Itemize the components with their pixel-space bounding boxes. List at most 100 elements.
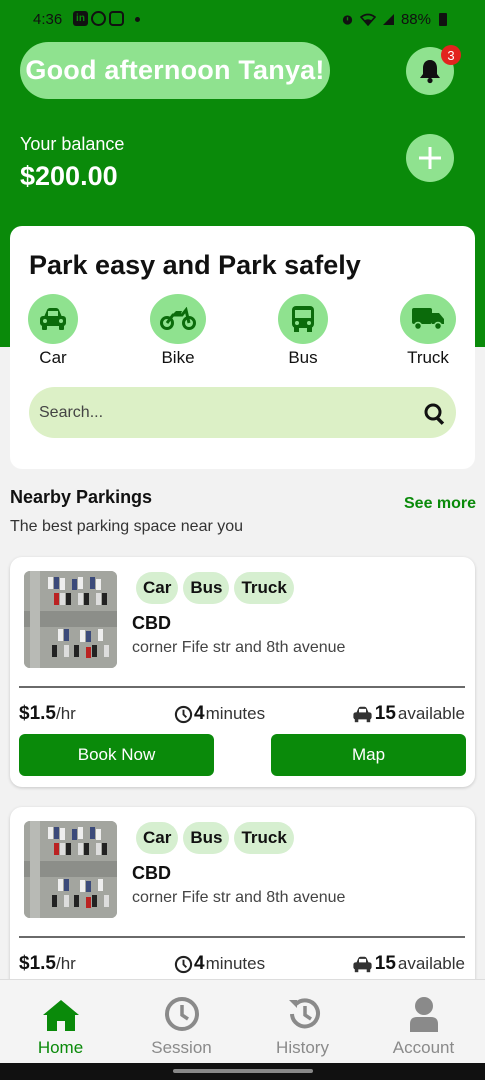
vehicle-bike-circle (150, 294, 206, 344)
park-card: Park easy and Park safely Car Bike Bus T… (10, 226, 475, 469)
parking-address: corner Fife str and 8th avenue (132, 639, 346, 656)
vehicle-bike-label: Bike (161, 348, 195, 367)
available-unit: available (397, 704, 465, 723)
availability-stat: 15 available (352, 703, 465, 725)
bottom-navigation: Home Session History Account (0, 979, 485, 1063)
add-funds-button[interactable] (406, 134, 454, 182)
balance-label: Your balance (20, 134, 125, 154)
nav-session[interactable]: Session (121, 980, 242, 1058)
truck-icon (412, 308, 444, 331)
time-unit: minutes (205, 954, 266, 973)
parking-thumbnail (24, 571, 117, 668)
clock-icon (174, 705, 193, 723)
park-card-title: Park easy and Park safely (29, 250, 361, 280)
clock-icon (174, 955, 193, 973)
wifi-icon (359, 13, 376, 26)
signal-icon (382, 14, 394, 25)
home-indicator[interactable] (173, 1069, 313, 1073)
nearby-subtitle: The best parking space near you (10, 518, 244, 535)
home-icon (42, 1000, 79, 1031)
more-notifications-dot (135, 17, 140, 22)
bus-icon (292, 306, 314, 332)
time-stat: 4 minutes (174, 953, 265, 975)
parking-card[interactable]: Car Bus Truck CBD corner Fife str and 8t… (10, 557, 475, 787)
parking-stats: $1.5 /hr 4 minutes 15 available (19, 703, 465, 725)
nav-home-label: Home (37, 1038, 84, 1057)
time-value: 4 (194, 703, 205, 724)
bell-icon (420, 60, 440, 84)
price-unit: /hr (55, 704, 76, 723)
status-right: 88% (341, 11, 447, 28)
parking-thumbnail (24, 821, 117, 918)
map-button[interactable]: Map (271, 734, 466, 776)
parking-stats: $1.5 /hr 4 minutes 15 available (19, 953, 465, 975)
alarm-icon (342, 15, 353, 25)
status-time: 4:36 (33, 11, 63, 28)
search-icon[interactable] (423, 402, 447, 426)
tag-truck: Truck (234, 572, 294, 604)
vehicle-car[interactable]: Car (13, 294, 93, 368)
vehicle-bus-label: Bus (288, 348, 318, 367)
linkedin-icon: in (73, 11, 88, 26)
nav-account-label: Account (392, 1038, 455, 1057)
vehicle-truck-label: Truck (407, 348, 449, 367)
card-divider (19, 936, 465, 938)
vehicle-truck[interactable]: Truck (388, 294, 468, 368)
nav-home[interactable]: Home (0, 980, 121, 1058)
tag-car: Car (136, 822, 179, 854)
time-stat: 4 minutes (174, 703, 265, 725)
greeting-pill: Good afternoon Tanya! (20, 42, 330, 99)
price-value: $1.5 (19, 953, 56, 974)
price-stat: $1.5 /hr (19, 953, 76, 975)
see-more-link[interactable]: See more (404, 495, 476, 513)
whatsapp-icon (91, 11, 106, 26)
time-value: 4 (194, 953, 205, 974)
instagram-icon (109, 11, 124, 26)
time-unit: minutes (205, 704, 266, 723)
card-divider (19, 686, 465, 688)
tag-bus: Bus (183, 822, 230, 854)
availability-stat: 15 available (352, 953, 465, 975)
battery-percent: 88% (400, 11, 431, 28)
vehicle-bike[interactable]: Bike (138, 294, 218, 368)
price-unit: /hr (55, 954, 76, 973)
available-unit: available (397, 954, 465, 973)
clock-icon (164, 997, 199, 1031)
parking-name: CBD (132, 863, 171, 883)
status-app-icons: in (73, 11, 140, 26)
parking-address: corner Fife str and 8th avenue (132, 889, 346, 906)
available-count: 15 (374, 703, 396, 724)
tag-bus: Bus (183, 572, 230, 604)
price-stat: $1.5 /hr (19, 703, 76, 725)
nav-session-label: Session (151, 1038, 212, 1057)
tag-truck: Truck (234, 822, 294, 854)
plus-icon (419, 147, 441, 169)
parking-name: CBD (132, 613, 171, 633)
nearby-title: Nearby Parkings (10, 487, 153, 507)
price-value: $1.5 (19, 703, 56, 724)
car-icon (353, 956, 372, 972)
vehicle-tags: Car Bus Truck (136, 822, 294, 854)
car-icon (40, 308, 66, 330)
status-bar: 4:36 in 88% (0, 0, 485, 38)
vehicle-bus[interactable]: Bus (263, 294, 343, 368)
vehicle-car-circle (28, 294, 78, 344)
user-icon (409, 997, 438, 1032)
notification-badge: 3 (441, 45, 461, 65)
available-count: 15 (374, 953, 396, 974)
balance-value: $200.00 (20, 161, 118, 191)
motorcycle-icon (160, 307, 196, 330)
vehicle-tags: Car Bus Truck (136, 572, 294, 604)
nav-history-label: History (276, 1038, 329, 1057)
nav-history[interactable]: History (242, 980, 363, 1058)
car-icon (353, 706, 372, 722)
vehicle-bus-circle (278, 294, 328, 344)
book-now-button[interactable]: Book Now (19, 734, 214, 776)
vehicle-car-label: Car (39, 348, 67, 367)
battery-icon (439, 13, 447, 26)
nav-account[interactable]: Account (363, 980, 484, 1058)
vehicle-truck-circle (400, 294, 456, 344)
history-icon (288, 998, 320, 1029)
tag-car: Car (136, 572, 179, 604)
search-input[interactable] (29, 387, 456, 438)
